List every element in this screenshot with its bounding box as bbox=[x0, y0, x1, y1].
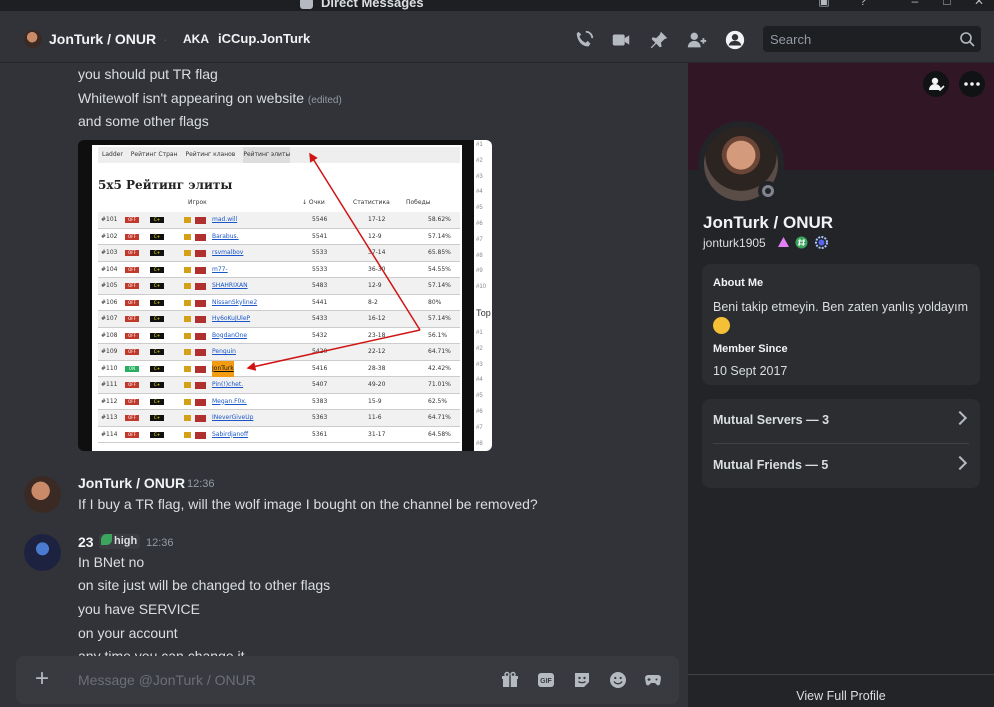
video-call-icon[interactable] bbox=[610, 29, 632, 51]
hashtag-badge-icon[interactable] bbox=[795, 236, 808, 249]
nitro-badge-icon[interactable] bbox=[815, 236, 828, 249]
sticker-icon[interactable] bbox=[573, 671, 591, 689]
emoji-icon[interactable] bbox=[609, 671, 627, 689]
svg-text:GIF: GIF bbox=[540, 678, 552, 685]
voice-call-icon[interactable] bbox=[573, 29, 595, 51]
minimize-icon[interactable]: – bbox=[908, 0, 922, 8]
more-options-button[interactable] bbox=[959, 71, 985, 97]
view-full-profile-button[interactable]: View Full Profile bbox=[688, 674, 994, 707]
message-text: If I buy a TR flag, will the wolf image … bbox=[78, 496, 538, 512]
inbox-icon[interactable]: ▣ bbox=[817, 0, 831, 8]
member-since-label: Member Since bbox=[713, 343, 788, 355]
profile-avatar[interactable] bbox=[698, 121, 784, 207]
maximize-icon[interactable]: □ bbox=[940, 0, 954, 8]
leaf-icon bbox=[101, 534, 112, 545]
edited-label: (edited) bbox=[307, 95, 342, 106]
window-titlebar: Direct Messages ▣ ? – □ ✕ bbox=[0, 0, 994, 11]
message-timestamp: 12:36 bbox=[187, 478, 215, 490]
hypesquad-badge-icon[interactable] bbox=[777, 236, 790, 249]
wink-emoji-icon bbox=[713, 317, 730, 334]
image-attachment[interactable]: Ladder Рейтинг Стран Рейтинг кланов Рейтинг… bbox=[78, 140, 492, 451]
message-author[interactable]: JonTurk / ONUR bbox=[78, 475, 185, 491]
message-list: you should put TR flag Whitewolf isn't a… bbox=[0, 63, 688, 657]
dm-header: JonTurk / ONUR · AKA iCCup.JonTurk Searc… bbox=[0, 11, 994, 63]
pin-icon[interactable] bbox=[648, 29, 670, 51]
header-separator: · bbox=[163, 31, 168, 47]
friend-status-button[interactable] bbox=[923, 71, 949, 97]
message-text: on site just will be changed to other fl… bbox=[78, 577, 331, 593]
chevron-right-icon bbox=[952, 455, 968, 471]
window-title: Direct Messages bbox=[300, 0, 424, 10]
user-profile-panel: JonTurk / ONUR jonturk1905 About Me Beni… bbox=[688, 63, 994, 707]
annotation-arrows bbox=[246, 152, 421, 371]
gift-icon[interactable] bbox=[501, 671, 519, 689]
message-input[interactable]: Message @JonTurk / ONUR bbox=[78, 672, 256, 688]
gif-icon[interactable]: GIF bbox=[537, 671, 555, 689]
avatar[interactable] bbox=[24, 476, 61, 513]
user-profile-icon[interactable] bbox=[724, 29, 746, 51]
message-text: on your account bbox=[78, 625, 178, 641]
member-since-date: 10 Sept 2017 bbox=[713, 364, 788, 378]
profile-display-name: JonTurk / ONUR bbox=[703, 213, 834, 232]
message-text: you should put TR flag bbox=[78, 66, 218, 82]
activity-icon[interactable] bbox=[644, 671, 662, 689]
message-composer[interactable]: + Message @JonTurk / ONUR GIF bbox=[16, 656, 679, 704]
upload-plus-button[interactable]: + bbox=[32, 667, 52, 691]
mutual-friends-link[interactable]: Mutual Friends — 5 bbox=[713, 444, 969, 488]
message-text: and some other flags bbox=[78, 113, 209, 129]
avatar[interactable] bbox=[24, 30, 42, 48]
message-text: you have SERVICE bbox=[78, 601, 200, 617]
aka-name: iCCup.JonTurk bbox=[218, 31, 311, 46]
about-me-text: Beni takip etmeyin. Ben zaten yanlış yol… bbox=[713, 299, 975, 338]
message-author[interactable]: 23 bbox=[78, 534, 94, 550]
chevron-right-icon bbox=[952, 410, 968, 426]
mutuals-card: Mutual Servers — 3 Mutual Friends — 5 bbox=[702, 399, 980, 488]
message-text: Whitewolf isn't appearing on website (ed… bbox=[78, 90, 342, 106]
friend-check-icon bbox=[929, 77, 945, 92]
close-icon[interactable]: ✕ bbox=[972, 0, 986, 8]
user-tag-badge[interactable]: high bbox=[99, 534, 141, 549]
avatar[interactable] bbox=[24, 534, 61, 571]
aka-label: AKA bbox=[183, 32, 209, 46]
message-text: In BNet no bbox=[78, 554, 145, 570]
dm-username[interactable]: JonTurk / ONUR bbox=[49, 31, 156, 47]
message-timestamp: 12:36 bbox=[146, 537, 174, 549]
offline-status-icon bbox=[758, 181, 778, 201]
more-dots-icon bbox=[964, 82, 980, 86]
search-input[interactable]: Search bbox=[763, 26, 981, 52]
discord-icon bbox=[300, 0, 313, 10]
about-card: About Me Beni takip etmeyin. Ben zaten y… bbox=[702, 264, 980, 385]
mutual-servers-link[interactable]: Mutual Servers — 3 bbox=[713, 399, 969, 443]
profile-username: jonturk1905 bbox=[703, 236, 766, 250]
about-me-label: About Me bbox=[713, 277, 764, 289]
add-friends-icon[interactable] bbox=[686, 29, 708, 51]
search-icon bbox=[960, 32, 975, 47]
help-icon[interactable]: ? bbox=[856, 0, 870, 8]
